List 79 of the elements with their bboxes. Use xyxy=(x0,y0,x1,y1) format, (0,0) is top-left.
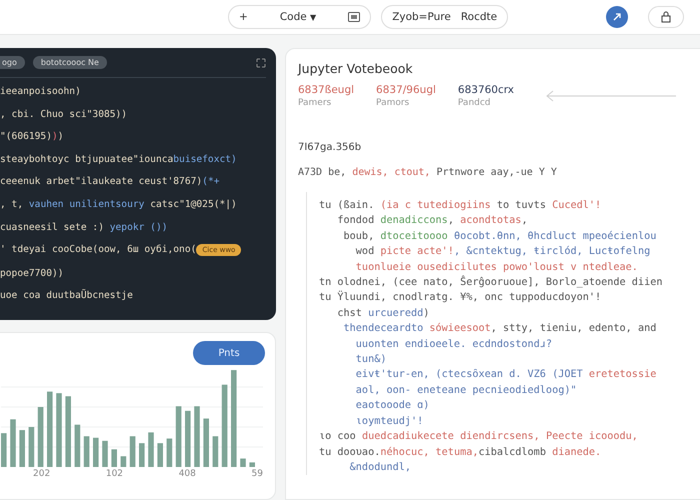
code-line: boub, dtoceitoooo θocobt.θnn, θhcdluct mpeoécienlou xyxy=(342,230,658,244)
kernel-pill[interactable]: Zyob=Pure Rocdte xyxy=(381,5,508,29)
code-line: ieeanpoisoohn) xyxy=(0,85,82,99)
code-line: fondod denadiccons, acondtotas, xyxy=(336,214,529,228)
code-line: uoe coa duutbaŨbcnestje xyxy=(0,288,134,304)
chart-bar xyxy=(93,438,99,467)
code-line: cuasneesil sete :) yepokr ()) xyxy=(0,220,169,235)
code-line: chst urcueredd) xyxy=(336,306,430,321)
code-line: steaybohŧoyc btjupuatee"iouncabuisefoxct) xyxy=(0,152,238,167)
chart-bar xyxy=(166,438,172,467)
lock-icon xyxy=(661,11,671,23)
chart-bar xyxy=(185,410,191,467)
code-line: tun&) xyxy=(354,353,388,368)
arrow-icon xyxy=(546,90,676,102)
code-line: eaotooode ɑ) xyxy=(354,399,430,414)
chart-bar xyxy=(148,432,154,467)
stat-value: 683760crx xyxy=(458,84,514,96)
code-line: ιoymteudj'! xyxy=(354,414,424,429)
code-line: wod picte acte'!, &cntektug, ŧirclód, Lucŧofelng xyxy=(354,244,652,260)
chart-bar xyxy=(240,458,246,467)
code-line: eivŧ'tur-en, (ctecsȏxean d. VZ6 (JOET eretetossie xyxy=(354,368,658,382)
share-button[interactable] xyxy=(606,6,628,28)
chart-bar xyxy=(1,433,7,467)
notebook-title: Jupyter Votebeook xyxy=(298,61,414,76)
stat-label: Pandcd xyxy=(458,98,492,108)
code-line: , cbi. Chuo sci"3085)) xyxy=(0,108,128,122)
chart-bar xyxy=(38,407,44,467)
chart-bar xyxy=(74,424,80,467)
code-line: thendeceardto sówieesoot, stty, tieniu, edento, and xyxy=(342,322,658,336)
code-line: aol, oon- eneteane pecnieodiedloog)" xyxy=(354,384,578,398)
stat-label: Pamors xyxy=(376,98,410,108)
axis-label: 408 xyxy=(178,469,196,479)
arrow-icon xyxy=(612,12,622,22)
chart-bar xyxy=(130,436,136,467)
chart-bar xyxy=(120,456,126,467)
code-line: tu Ÿluundi, cnodlratg. ¥%, onc tuppoducdoyon'! xyxy=(319,290,602,306)
chart-bar xyxy=(102,440,108,467)
cell-type-dropdown[interactable]: Code ▼ xyxy=(280,11,316,23)
chart-bar xyxy=(84,436,90,467)
axis-label: 59 xyxy=(252,469,263,479)
stat-value: 6837/96ugl xyxy=(376,84,436,96)
add-button[interactable]: + xyxy=(239,11,248,23)
keyboard-icon[interactable] xyxy=(348,12,360,22)
chart-bar xyxy=(139,443,145,467)
chart-bar xyxy=(176,406,182,467)
code-line: tu (ßain. (ia c tutediogiins to tuvts Cucedl'! xyxy=(319,199,602,213)
expand-icon[interactable] xyxy=(256,58,266,68)
chart-bar xyxy=(19,430,25,467)
cell-id: 7I67ga.356b xyxy=(298,142,362,153)
stat-value: 6837ßeugl xyxy=(298,84,354,96)
code-line: ιo coo duedcadiukecete diendircsens, Peecte icooodu, xyxy=(319,430,639,444)
chart-bar xyxy=(111,449,117,467)
points-button[interactable]: Pnts xyxy=(193,341,265,365)
summary-line: A73D be, dewis, ctout, Prtnwore aay,-ue Y Y xyxy=(298,167,558,178)
chart-bar xyxy=(212,436,218,467)
tag-chip[interactable]: ogo xyxy=(0,56,25,69)
mode-label: Rocdte xyxy=(460,11,498,23)
code-line: , t, vauhen unilientsoury catsc"1@025(*|) xyxy=(0,198,238,212)
chart-bar xyxy=(28,427,34,467)
kernel-name: Zyob=Pure xyxy=(392,11,451,23)
code-line: ceeenuk arbet"ilaukeate ceust'8767)(*+ xyxy=(0,175,220,190)
code-line: popoe7700)) xyxy=(0,266,65,281)
code-line: tn olodnei, (cee nato, Ŝerĝooruoue], Borlo_atoende diien xyxy=(319,275,664,290)
lock-button[interactable] xyxy=(648,6,684,28)
code-line: tuonlueie ousedicilutes powo'loust v ntedleae. xyxy=(354,260,639,275)
chart-bar xyxy=(65,396,71,467)
chart-bar xyxy=(10,419,16,467)
chart-bar xyxy=(203,418,209,467)
stat-label: Pamers xyxy=(298,98,332,108)
code-line: &ndodundl, xyxy=(348,460,412,475)
chart-bar xyxy=(249,462,255,467)
code-line: uuonten endioeele. ecdndostondɹ? xyxy=(354,338,554,352)
code-line: "(606195))) xyxy=(0,130,65,144)
chart-bar xyxy=(194,406,200,467)
axis-label: 202 xyxy=(33,469,50,479)
code-line: tu dooυao.néhocuc, tetuma,cibalcdlomb dianede. xyxy=(319,446,602,460)
axis-label: 102 xyxy=(106,469,124,479)
chart-bar xyxy=(157,443,163,467)
tag-chip[interactable]: bototcoooc Ne xyxy=(32,56,107,69)
